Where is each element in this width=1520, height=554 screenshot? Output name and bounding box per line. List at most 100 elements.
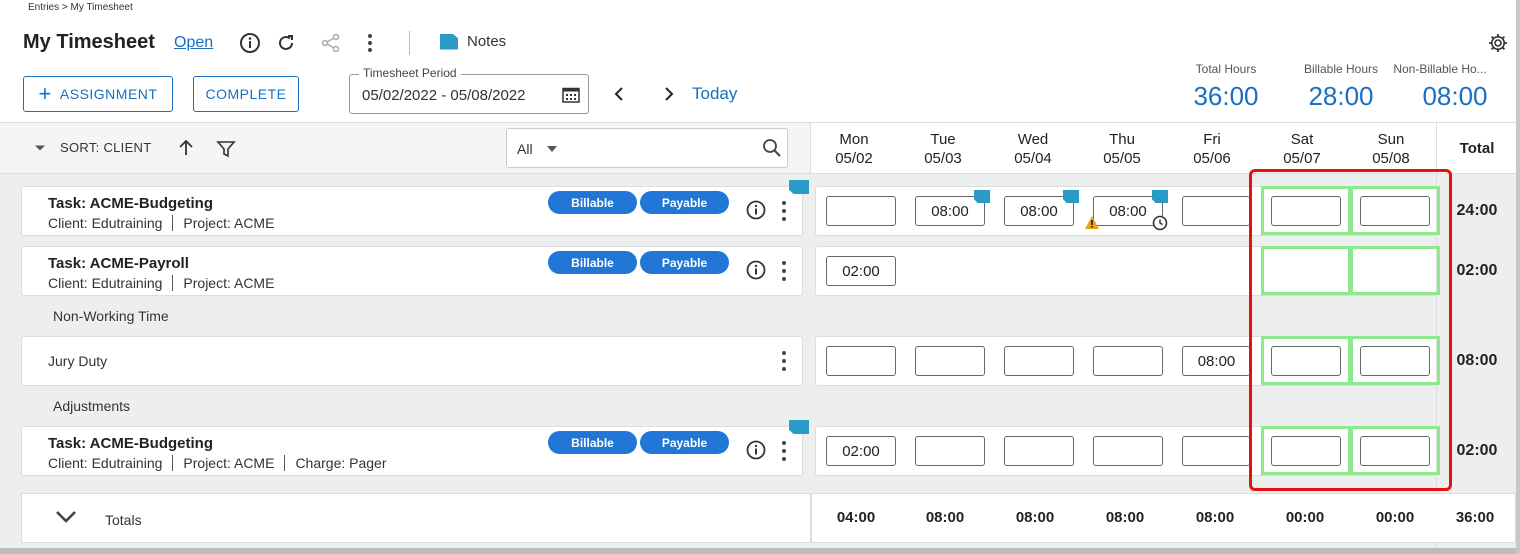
row-more-menu-icon[interactable] — [781, 201, 787, 221]
totals-mon: 04:00 — [836, 509, 876, 526]
client-label: Client: Edutraining — [48, 215, 163, 231]
info-icon[interactable] — [238, 31, 262, 55]
notes-icon — [440, 33, 458, 50]
hours-input-mon[interactable]: 02:00 — [826, 436, 896, 466]
sort-direction-up-icon[interactable] — [176, 138, 196, 163]
more-menu-icon[interactable] — [358, 31, 382, 55]
task-meta: Client: Edutraining Project: ACME — [48, 275, 274, 291]
warning-icon[interactable] — [1084, 215, 1100, 235]
header-divider — [409, 31, 410, 55]
window-right-edge — [1516, 0, 1520, 554]
totals-chevron-down-icon[interactable] — [55, 510, 77, 529]
project-label: Project: ACME — [183, 275, 275, 291]
filter-chevron-down-icon — [546, 146, 557, 152]
complete-button[interactable]: COMPLETE — [193, 76, 299, 112]
totals-sat: 00:00 — [1285, 509, 1325, 526]
window-bottom-edge — [0, 548, 1516, 554]
totals-label: Totals — [105, 512, 142, 528]
section-label-non-working: Non-Working Time — [53, 308, 169, 324]
row-more-menu-icon[interactable] — [781, 441, 787, 461]
filter-icon[interactable] — [216, 139, 236, 164]
hours-input-tue[interactable] — [915, 436, 985, 466]
row-note-flag-icon[interactable] — [789, 420, 809, 434]
timesheet-period-value[interactable]: 05/02/2022 - 05/08/2022 — [362, 87, 525, 104]
billable-hours-label: Billable Hours — [1303, 62, 1379, 76]
cell-note-flag-icon[interactable] — [1152, 190, 1168, 203]
totals-tue: 08:00 — [925, 509, 965, 526]
hours-input-thu[interactable] — [1093, 346, 1163, 376]
total-hours-label: Total Hours — [1195, 62, 1257, 76]
add-assignment-label: ASSIGNMENT — [59, 86, 158, 102]
timesheet-period-label: Timesheet Period — [359, 66, 461, 80]
filter-select-value: All — [517, 141, 533, 157]
next-period-button[interactable] — [659, 84, 679, 104]
payable-badge: Payable — [640, 251, 729, 274]
billable-badge: Billable — [548, 431, 637, 454]
row-more-menu-icon[interactable] — [781, 351, 787, 371]
row-note-flag-icon[interactable] — [789, 180, 809, 194]
previous-period-button[interactable] — [609, 84, 629, 104]
add-assignment-button[interactable]: + ASSIGNMENT — [23, 76, 173, 112]
hours-input-tue[interactable]: 08:00 — [915, 196, 985, 226]
day-header-fri: Fri 05/06 — [1193, 131, 1231, 167]
nonbillable-hours-value: 08:00 — [1422, 81, 1488, 111]
task-title: Task: ACME-Budgeting — [48, 435, 213, 452]
project-label: Project: ACME — [183, 455, 275, 471]
hours-input-fri[interactable] — [1182, 436, 1250, 466]
hours-input-wed[interactable] — [1004, 346, 1074, 376]
client-label: Client: Edutraining — [48, 275, 163, 291]
totals-fri: 08:00 — [1195, 509, 1235, 526]
nonbillable-hours-label: Non-Billable Ho... — [1393, 62, 1487, 76]
totals-thu: 08:00 — [1105, 509, 1145, 526]
cell-note-flag-icon[interactable] — [974, 190, 990, 203]
client-label: Client: Edutraining — [48, 455, 163, 471]
breadcrumb[interactable]: Entries > My Timesheet — [28, 2, 133, 13]
refresh-icon[interactable] — [274, 31, 298, 55]
day-header-thu: Thu 05/05 — [1103, 131, 1141, 167]
notes-label: Notes — [467, 33, 507, 50]
hours-input-mon[interactable] — [826, 346, 896, 376]
hours-input-tue[interactable] — [915, 346, 985, 376]
task-title: Task: ACME-Payroll — [48, 255, 189, 272]
row-more-menu-icon[interactable] — [781, 261, 787, 281]
history-icon[interactable] — [1151, 214, 1169, 237]
today-button[interactable]: Today — [692, 84, 737, 104]
search-icon[interactable] — [762, 138, 782, 163]
sort-chevron-down-icon — [35, 145, 45, 150]
day-header-wed: Wed 05/04 — [1014, 131, 1052, 167]
calendar-icon[interactable] — [562, 86, 580, 103]
plus-icon: + — [38, 81, 52, 106]
sort-control[interactable]: SORT: CLIENT — [34, 140, 152, 155]
gear-icon[interactable] — [1487, 32, 1509, 54]
project-label: Project: ACME — [183, 215, 275, 231]
filter-select[interactable]: All — [517, 141, 557, 157]
day-header-mon: Mon 05/02 — [835, 131, 873, 167]
section-label-adjustments: Adjustments — [53, 398, 131, 414]
payable-badge: Payable — [640, 191, 729, 214]
row-info-icon[interactable] — [746, 200, 768, 222]
day-header-sun: Sun 05/08 — [1372, 131, 1410, 167]
task-title: Task: ACME-Budgeting — [48, 195, 213, 212]
total-column-header: Total — [1459, 140, 1495, 157]
task-meta: Client: Edutraining Project: ACME — [48, 215, 274, 231]
total-hours-value: 36:00 — [1193, 81, 1259, 111]
day-header-sat: Sat 05/07 — [1283, 131, 1321, 167]
task-title: Jury Duty — [48, 353, 108, 369]
hours-input-wed[interactable]: 08:00 — [1004, 196, 1074, 226]
sort-label: SORT: CLIENT — [60, 140, 152, 155]
share-icon[interactable] — [319, 31, 343, 55]
hours-input-fri[interactable]: 08:00 — [1182, 346, 1250, 376]
hours-input-mon[interactable]: 02:00 — [826, 256, 896, 286]
hours-input-fri[interactable] — [1182, 196, 1250, 226]
billable-badge: Billable — [548, 191, 637, 214]
row-info-icon[interactable] — [746, 440, 768, 462]
hours-input-wed[interactable] — [1004, 436, 1074, 466]
notes-button[interactable]: Notes — [440, 33, 506, 50]
totals-sun: 00:00 — [1375, 509, 1415, 526]
row-info-icon[interactable] — [746, 260, 768, 282]
grand-total: 36:00 — [1455, 509, 1495, 526]
status-link[interactable]: Open — [174, 34, 213, 52]
hours-input-thu[interactable] — [1093, 436, 1163, 466]
hours-input-mon[interactable] — [826, 196, 896, 226]
cell-note-flag-icon[interactable] — [1063, 190, 1079, 203]
